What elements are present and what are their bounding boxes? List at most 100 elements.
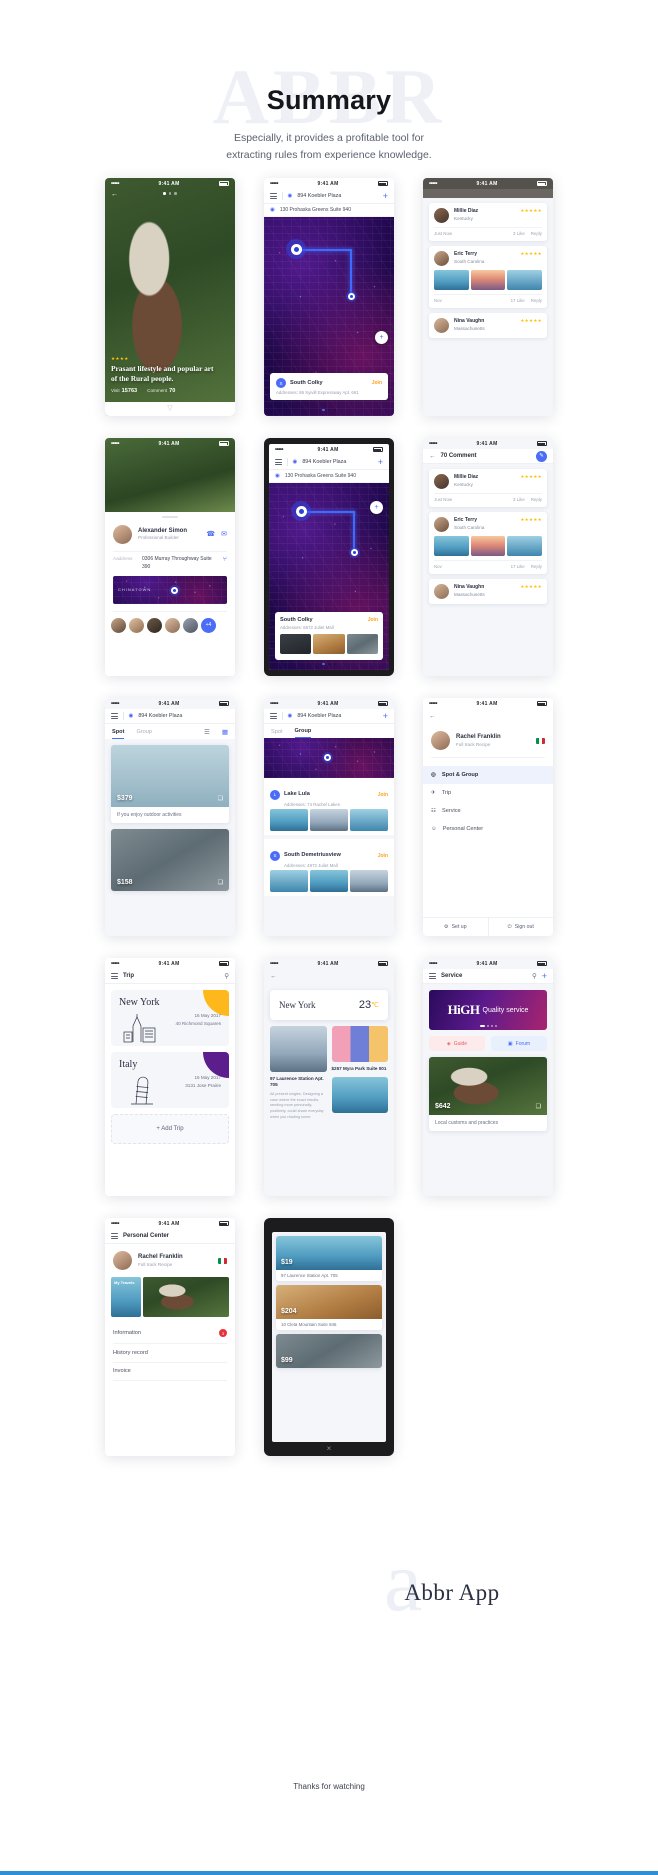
- menu-icon[interactable]: [275, 458, 282, 466]
- locate-button[interactable]: +: [370, 501, 383, 514]
- dot[interactable]: [168, 192, 172, 195]
- group-photo[interactable]: [310, 870, 348, 892]
- address-bar[interactable]: ◉ 130 Prohaska Greens Suite 940: [264, 204, 394, 217]
- avatar[interactable]: [129, 617, 144, 633]
- gallery-photo[interactable]: [313, 634, 345, 654]
- group-photo[interactable]: [270, 870, 308, 892]
- group-item-1[interactable]: L Lake Lula Addresses: 74 Rachel Lakes J…: [264, 778, 394, 835]
- spot-card-2[interactable]: $158 ❑: [111, 829, 229, 891]
- group-item-2[interactable]: S South Demetriusview Addresses: 4972 Ju…: [264, 839, 394, 896]
- dot[interactable]: [174, 192, 177, 195]
- grid-view-icon[interactable]: ▦: [222, 728, 228, 739]
- review-card[interactable]: Millie Diaz Kentucky ★★★★★ Just Now 3 Li…: [429, 203, 547, 241]
- review-card[interactable]: Millie Diaz Kentucky ★★★★★ Just Now 3 Li…: [429, 469, 547, 507]
- review-photo[interactable]: [470, 270, 506, 290]
- setup-button[interactable]: ⚙ Set up: [423, 918, 488, 936]
- add-trip-button[interactable]: + Add Trip: [111, 1114, 229, 1144]
- avatar[interactable]: [111, 617, 126, 633]
- join-button[interactable]: Join: [378, 792, 388, 798]
- menu-item-spot-group[interactable]: ◎ Spot & Group: [423, 765, 553, 784]
- reply-button[interactable]: Reply: [531, 564, 542, 569]
- back-button[interactable]: ←: [270, 973, 277, 980]
- menu-icon[interactable]: [270, 712, 277, 720]
- service-card[interactable]: $642 ❑ Local customs and practices: [429, 1057, 547, 1131]
- article-photo[interactable]: [270, 1026, 327, 1072]
- dot[interactable]: [322, 662, 325, 665]
- destination-marker[interactable]: [349, 547, 360, 558]
- menu-icon[interactable]: [270, 192, 277, 200]
- dot[interactable]: [333, 408, 336, 411]
- search-icon[interactable]: ⚲: [532, 972, 537, 980]
- add-button[interactable]: +: [542, 971, 547, 981]
- call-icon[interactable]: ☎: [206, 530, 215, 538]
- phone-device-preview[interactable]: $19 97 Laurence Station Apt. 705 $204 10…: [264, 1218, 394, 1456]
- signout-button[interactable]: ⏻ Sign out: [487, 918, 554, 936]
- phone-map-spot[interactable]: ••••• 9:41 AM ◉ 894 Koebler Plaza + ◉ 13…: [264, 178, 394, 416]
- avatar-more[interactable]: +4: [201, 617, 216, 633]
- mail-icon[interactable]: ✉: [221, 530, 227, 538]
- tab-spot[interactable]: Spot: [112, 729, 125, 739]
- review-photos[interactable]: [434, 270, 543, 290]
- preview-card-2[interactable]: $204 10 Cleta Mountain Suite 846: [276, 1285, 382, 1330]
- map-strip[interactable]: [264, 738, 394, 778]
- route-icon[interactable]: ⑂: [223, 556, 227, 563]
- phone-city-weather[interactable]: ••••• 9:41 AM ← New York 23 ℃ 97 Laurenc…: [264, 958, 394, 1196]
- join-button[interactable]: Join: [368, 617, 378, 623]
- menu-icon[interactable]: [111, 1232, 118, 1240]
- group-photo[interactable]: [310, 809, 348, 831]
- location-marker[interactable]: [322, 752, 333, 763]
- dot[interactable]: [333, 662, 336, 665]
- reply-button[interactable]: Reply: [531, 231, 542, 236]
- add-button[interactable]: +: [383, 191, 388, 201]
- review-photo[interactable]: [507, 270, 543, 290]
- review-photo[interactable]: [470, 536, 506, 556]
- dot[interactable]: [327, 408, 331, 411]
- page-indicator[interactable]: [264, 408, 394, 411]
- join-button[interactable]: Join: [372, 380, 382, 386]
- tab-group[interactable]: Group: [294, 728, 312, 738]
- dot[interactable]: [490, 1025, 493, 1027]
- group-photos[interactable]: [264, 809, 394, 835]
- row-invoice[interactable]: Invoice: [105, 1362, 235, 1380]
- dot[interactable]: [486, 1025, 489, 1027]
- current-location-marker[interactable]: [286, 239, 306, 259]
- side-photo[interactable]: [331, 1077, 388, 1114]
- trip-card-italy[interactable]: Italy 16 May 2017 3131 Jose Prairie: [111, 1052, 229, 1108]
- dot[interactable]: [163, 192, 166, 195]
- review-card[interactable]: Nina Vaughn Massachusetts ★★★★★: [429, 313, 547, 338]
- travel-photo[interactable]: My Travels: [111, 1277, 141, 1317]
- spot-gallery[interactable]: [280, 634, 378, 654]
- row-history[interactable]: History record: [105, 1344, 235, 1362]
- like-button[interactable]: 17 Like: [511, 298, 525, 303]
- join-button[interactable]: Join: [378, 853, 388, 859]
- row-information[interactable]: Information 3: [105, 1323, 235, 1343]
- locate-button[interactable]: +: [375, 331, 388, 344]
- banner-indicator[interactable]: [429, 1025, 547, 1027]
- menu-icon[interactable]: [111, 972, 118, 980]
- phone-map-gallery[interactable]: ••••• 9:41 AM ◉ 894 Koebler Plaza + ◉ 13…: [264, 438, 394, 676]
- like-button[interactable]: 3 Like: [513, 231, 525, 236]
- add-button[interactable]: +: [378, 457, 383, 467]
- current-location-marker[interactable]: [291, 501, 311, 521]
- destination-marker[interactable]: [346, 291, 357, 302]
- spot-card-1[interactable]: $379 ❑ If you enjoy outdoor activities: [111, 745, 229, 823]
- gallery-photo[interactable]: [280, 634, 312, 654]
- phone-comment-list[interactable]: ••••• 9:41 AM Millie Diaz Kentucky ★★★★★…: [423, 178, 553, 416]
- group-photo[interactable]: [350, 809, 388, 831]
- location-marker[interactable]: [169, 585, 180, 596]
- promo-banner[interactable]: HiGH Quality service: [429, 990, 547, 1030]
- guide-chip[interactable]: ◈ Guide: [429, 1036, 485, 1051]
- like-button[interactable]: 3 Like: [513, 497, 525, 502]
- avatar[interactable]: [165, 617, 180, 633]
- avatar[interactable]: [147, 617, 162, 633]
- menu-icon[interactable]: [429, 972, 436, 980]
- phone-trip-list[interactable]: ••••• 9:41 AM Trip ⚲ New York 16 May 201…: [105, 958, 235, 1196]
- phone-group-list[interactable]: ••••• 9:41 AM ◉ 894 Koebler Plaza + Spot…: [264, 698, 394, 936]
- account-row[interactable]: Rachel Franklin Full track Recipe: [423, 724, 553, 757]
- phone-service-home[interactable]: ••••• 9:41 AM Service ⚲ + HiGH Quality s…: [423, 958, 553, 1196]
- page-indicator-top[interactable]: [105, 192, 235, 195]
- trip-card-new-york[interactable]: New York 16 May 2017 40 Richmond Squares: [111, 990, 229, 1046]
- preview-card-1[interactable]: $19 97 Laurence Station Apt. 705: [276, 1236, 382, 1281]
- spot-card[interactable]: South Colky Join Addresses: 6672 Juliet …: [275, 612, 383, 660]
- reply-button[interactable]: Reply: [531, 497, 542, 502]
